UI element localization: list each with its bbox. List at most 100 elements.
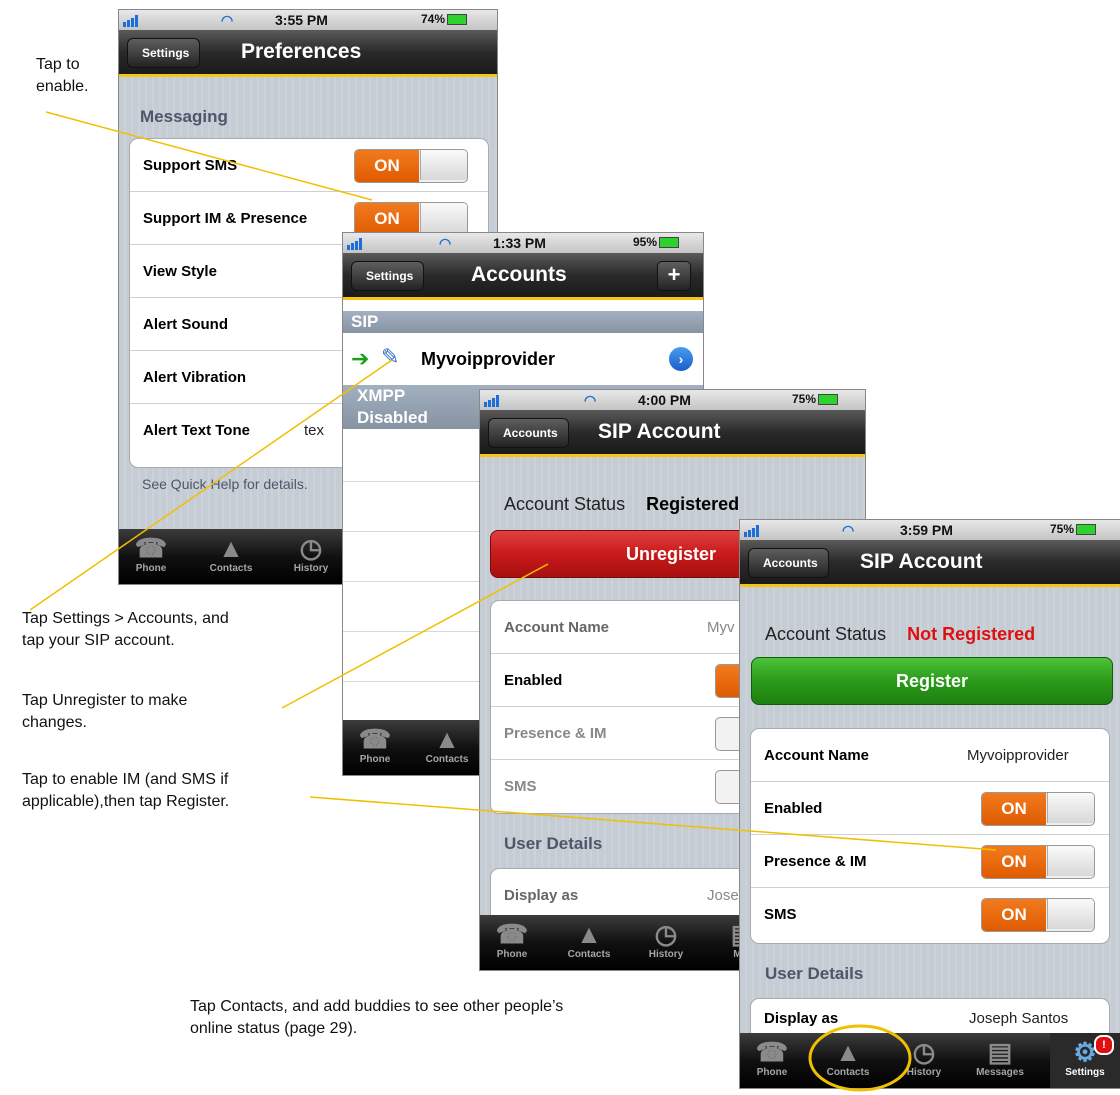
tab-label: Contacts [826,1067,870,1078]
toggle-state: ON [982,846,1046,878]
tab-label: History [293,563,329,574]
signal-icon [347,238,362,250]
battery-icon [659,237,680,249]
contacts-icon: ▲ [434,724,460,754]
presence-im-row[interactable]: Presence & IM ON [751,835,1109,888]
alert-badge-icon: ! [1094,1035,1114,1055]
row-value: Myv [707,619,735,636]
page-title: Preferences [241,40,362,63]
tab-messages[interactable]: ▤ Messages [968,1033,1032,1088]
status-time: 4:00 PM [638,392,691,408]
tab-contacts[interactable]: ▲ Contacts [816,1033,880,1088]
tab-label: Contacts [425,754,469,765]
add-account-button[interactable]: + [657,261,691,291]
account-row[interactable]: ➔ ✎ Myvoipprovider › [343,334,703,384]
contacts-icon: ▲ [218,533,244,563]
battery-indicator: 74% [421,12,468,26]
detail-disclosure-icon[interactable]: › [669,347,693,371]
signal-icon [744,525,759,537]
row-label: Alert Sound [143,316,228,333]
toggle-state: ON [982,793,1046,825]
support-im-toggle[interactable]: ON [354,202,468,236]
status-value: Registered [646,494,740,514]
register-button[interactable]: Register [751,657,1113,705]
toggle-knob [1047,793,1094,823]
clock-icon: ◷ [654,919,678,949]
section-header-user-details: User Details [504,834,603,853]
support-sms-row[interactable]: Support SMS ON [130,139,488,192]
navigation-bar: Settings Preferences [119,30,497,77]
wifi-icon: ◠ [439,235,452,251]
messages-icon: ▤ [987,1037,1013,1067]
sms-toggle[interactable]: ON [981,898,1095,932]
note-enable-im: Tap to enable IM (and SMS if applicable)… [22,771,230,810]
row-label: View Style [143,263,217,280]
note-unregister: Tap Unregister to make changes. [22,692,188,731]
tab-label: Messages [976,1067,1024,1078]
battery-icon [1076,524,1097,536]
status-time: 3:59 PM [900,522,953,538]
account-settings-group: Account Name Myvoipprovider Enabled ON Pr… [750,728,1110,944]
row-label: Alert Text Tone [143,422,250,439]
tab-phone[interactable]: ☎ Phone [343,720,407,775]
phone-icon: ☎ [495,919,529,949]
tab-phone[interactable]: ☎ Phone [480,915,544,970]
page-title: SIP Account [860,550,983,573]
enabled-toggle[interactable]: ON [981,792,1095,826]
back-button-accounts[interactable]: Accounts [748,548,829,578]
presence-im-toggle[interactable]: ON [981,845,1095,879]
support-sms-toggle[interactable]: ON [354,149,468,183]
back-button-settings[interactable]: Settings [127,38,201,68]
status-bar: ◠ 4:00 PM 75% [480,390,865,410]
tab-history[interactable]: ◷ History [892,1033,956,1088]
back-button-accounts[interactable]: Accounts [488,418,569,448]
enabled-row[interactable]: Enabled ON [751,782,1109,835]
battery-icon [447,14,468,26]
tab-label: History [648,949,684,960]
tab-contacts[interactable]: ▲ Contacts [415,720,479,775]
tab-label: Phone [135,563,167,574]
tab-contacts[interactable]: ▲ Contacts [557,915,621,970]
tab-history[interactable]: ◷ History [634,915,698,970]
tab-label: Settings [1065,1067,1105,1078]
note-contacts: Tap Contacts, and add buddies to see oth… [190,998,564,1037]
tab-label: Contacts [567,949,611,960]
status-time: 1:33 PM [493,235,546,251]
signal-icon [484,395,499,407]
account-name: Myvoipprovider [421,349,556,369]
battery-percent: 75% [1050,522,1075,536]
tab-bar: ☎ Phone ▲ Contacts ◷ History ▤ Messages ⚙ Set… [740,1033,1120,1088]
back-button-settings[interactable]: Settings [351,261,425,291]
wifi-icon: ◠ [842,522,855,538]
row-value: Myvoipprovider [967,747,1069,764]
phone-icon: ☎ [134,533,168,563]
tab-phone[interactable]: ☎ Phone [740,1033,804,1088]
row-label: Presence & IM [504,725,607,742]
navigation-bar: Accounts SIP Account [480,410,865,457]
page-title: Accounts [471,263,567,286]
battery-icon [818,394,839,406]
tab-label: Phone [496,949,528,960]
section-header-sip: SIP [343,311,703,333]
battery-indicator: 95% [633,235,680,249]
tab-phone[interactable]: ☎ Phone [119,529,183,584]
account-status: Account Status Registered [504,494,739,515]
battery-percent: 75% [792,392,817,406]
tab-label: Contacts [209,563,253,574]
row-label: Enabled [764,800,823,817]
row-label: Support IM & Presence [143,210,308,227]
status-time: 3:55 PM [275,12,328,28]
account-name-row[interactable]: Account Name Myvoipprovider [751,729,1109,782]
tab-label: History [906,1067,942,1078]
sms-row[interactable]: SMS ON [751,888,1109,941]
tab-settings[interactable]: ⚙ Settings ! [1050,1033,1120,1088]
row-label: Presence & IM [764,853,867,870]
tab-label: Phone [359,754,391,765]
tab-contacts[interactable]: ▲ Contacts [199,529,263,584]
tab-label: Phone [756,1067,788,1078]
tab-history[interactable]: ◷ History [279,529,343,584]
toggle-knob [420,203,467,233]
footer-text: See Quick Help for details. [142,476,308,492]
row-value: tex [304,422,325,439]
status-bar: ◠ 3:59 PM 75% [740,520,1120,540]
